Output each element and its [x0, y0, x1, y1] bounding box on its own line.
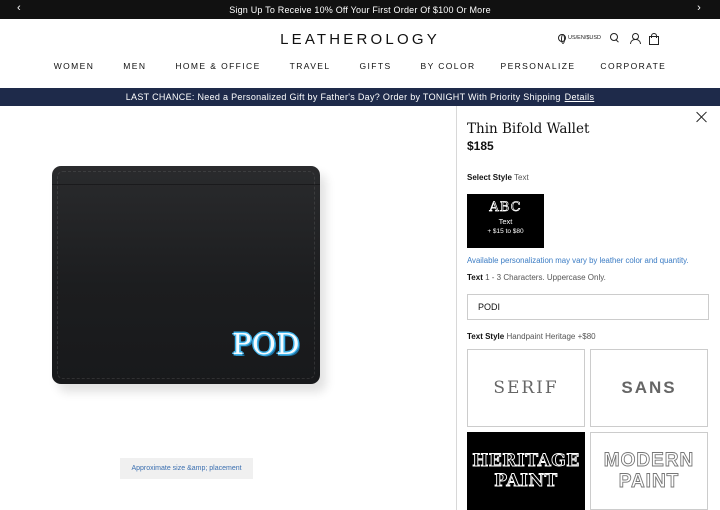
personalization-panel: Thin Bifold Wallet $185 Select Style Tex… [456, 106, 720, 510]
nav-gifts[interactable]: GIFTS [359, 61, 391, 71]
serif-label: SERIF [493, 378, 559, 398]
nav-personalize[interactable]: PERSONALIZE [501, 61, 576, 71]
wallet-image: POD [52, 166, 320, 384]
text-hint: 1 - 3 Characters. Uppercase Only. [485, 273, 606, 282]
heritage-line-1: HERITAGE [472, 451, 580, 472]
select-style-value: Text [514, 173, 529, 182]
announcement-bar: LAST CHANCE: Need a Personalized Gift by… [0, 88, 720, 106]
heritage-line-2: PAINT [494, 471, 558, 492]
text-style-label: Text Style Handpaint Heritage +$80 [467, 332, 596, 341]
close-icon[interactable] [695, 111, 708, 124]
nav-women[interactable]: WOMEN [54, 61, 95, 71]
nav-men[interactable]: MEN [123, 61, 146, 71]
bag-icon[interactable] [648, 33, 659, 45]
locale-selector[interactable]: US/EN/$USD [557, 34, 601, 44]
nav-by-color[interactable]: BY COLOR [421, 61, 476, 71]
text-heading: Text [467, 273, 483, 282]
monogram-text-input[interactable] [467, 294, 709, 320]
chevron-left-icon[interactable]: ‹ [17, 2, 21, 14]
promo-text[interactable]: Sign Up To Receive 10% Off Your First Or… [229, 5, 491, 15]
style-option-name: Text [498, 217, 513, 226]
style-option-text[interactable]: ABC Text + $15 to $80 [467, 194, 544, 248]
product-image-area: POD Approximate size &amp; placement [0, 106, 456, 510]
account-icon[interactable] [629, 33, 641, 44]
text-style-value: Handpaint Heritage +$80 [506, 332, 596, 341]
nav-travel[interactable]: TRAVEL [290, 61, 331, 71]
modern-paint-label: MODERN PAINT [603, 450, 695, 493]
utility-nav: US/EN/$USD [557, 33, 659, 45]
personalization-note[interactable]: Available personalization may vary by le… [467, 256, 689, 265]
globe-icon [557, 34, 566, 44]
main-nav: WOMEN MEN HOME & OFFICE TRAVEL GIFTS BY … [0, 61, 720, 71]
sans-label: SANS [621, 378, 677, 397]
select-style-label: Select Style Text [467, 173, 529, 182]
product-title: Thin Bifold Wallet [467, 121, 590, 137]
text-style-modern-paint[interactable]: MODERN PAINT [590, 432, 708, 510]
locale-label: US/EN/$USD [567, 35, 601, 41]
details-link[interactable]: Details [565, 92, 595, 102]
chevron-right-icon[interactable]: › [697, 2, 701, 14]
heritage-paint-label: HERITAGE PAINT [472, 451, 580, 492]
nav-corporate[interactable]: CORPORATE [600, 61, 666, 71]
select-style-heading: Select Style [467, 173, 512, 182]
nav-home-office[interactable]: HOME & OFFICE [175, 61, 260, 71]
promo-bar: ‹ Sign Up To Receive 10% Off Your First … [0, 0, 720, 19]
modern-line-1: MODERN [603, 450, 695, 472]
text-style-heritage-paint[interactable]: HERITAGE PAINT [467, 432, 585, 510]
product-price: $185 [467, 139, 494, 153]
announcement-text: LAST CHANCE: Need a Personalized Gift by… [125, 92, 561, 102]
approx-size-button[interactable]: Approximate size &amp; placement [120, 458, 253, 479]
site-header: LEATHEROLOGY US/EN/$USD WOMEN MEN HOME &… [0, 19, 720, 88]
text-style-serif[interactable]: SERIF [467, 349, 585, 427]
text-label: Text 1 - 3 Characters. Uppercase Only. [467, 273, 606, 282]
text-style-sans[interactable]: SANS [590, 349, 708, 427]
style-option-price: + $15 to $80 [487, 228, 524, 235]
text-style-heading: Text Style [467, 332, 505, 341]
search-icon[interactable] [610, 33, 620, 43]
style-preview: ABC [489, 200, 522, 216]
monogram-preview: POD [231, 327, 300, 361]
modern-line-2: PAINT [618, 471, 680, 493]
